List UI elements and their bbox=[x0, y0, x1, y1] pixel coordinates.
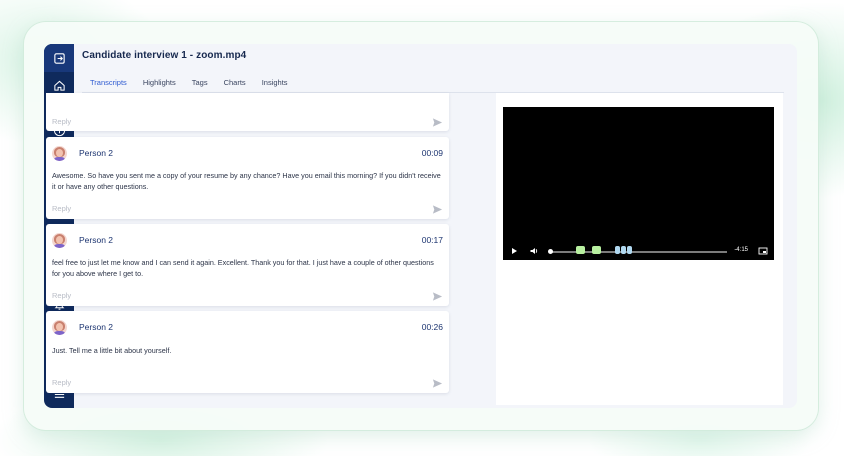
reply-row: Reply bbox=[52, 291, 443, 303]
transcript-card: Person 2 00:09 Awesome. So have you sent… bbox=[46, 137, 449, 219]
send-icon[interactable] bbox=[432, 378, 443, 389]
play-icon[interactable] bbox=[509, 246, 519, 256]
page-title: Candidate interview 1 - zoom.mp4 bbox=[82, 50, 247, 61]
reply-row: Reply bbox=[52, 117, 443, 129]
send-icon[interactable] bbox=[432, 204, 443, 215]
reply-row: Reply bbox=[52, 378, 443, 390]
reply-input[interactable]: Reply bbox=[52, 204, 71, 213]
transcript-text: Just. Tell me a little bit about yoursel… bbox=[52, 346, 172, 355]
progress-knob[interactable] bbox=[548, 249, 553, 254]
tab-transcripts[interactable]: Transcripts bbox=[82, 77, 135, 93]
tab-bar: Transcripts Highlights Tags Charts Insig… bbox=[82, 77, 296, 93]
home-icon[interactable] bbox=[51, 77, 67, 93]
reply-input[interactable]: Reply bbox=[52, 291, 71, 300]
highlight-marker[interactable] bbox=[627, 246, 632, 254]
speaker-row: Person 2 bbox=[52, 319, 113, 335]
pip-icon[interactable] bbox=[758, 246, 768, 256]
send-icon[interactable] bbox=[432, 291, 443, 302]
reply-input[interactable]: Reply bbox=[52, 378, 71, 387]
speaker-name: Person 2 bbox=[79, 235, 114, 245]
tab-highlights[interactable]: Highlights bbox=[135, 77, 184, 93]
reply-row: Reply bbox=[52, 204, 443, 216]
tab-tags[interactable]: Tags bbox=[184, 77, 216, 93]
transcript-card-partial: Reply bbox=[46, 93, 449, 131]
speaker-row: Person 2 bbox=[52, 145, 113, 161]
speaker-avatar bbox=[52, 232, 67, 248]
logout-icon[interactable] bbox=[51, 50, 67, 66]
reply-input[interactable]: Reply bbox=[52, 117, 71, 126]
speaker-name: Person 2 bbox=[79, 148, 114, 158]
header: Candidate interview 1 - zoom.mp4 Transcr… bbox=[74, 44, 797, 93]
tab-insights[interactable]: Insights bbox=[254, 77, 296, 93]
highlight-marker[interactable] bbox=[615, 246, 620, 254]
send-icon[interactable] bbox=[432, 117, 443, 128]
timestamp[interactable]: 00:26 bbox=[422, 322, 443, 332]
video-player[interactable]: -4:15 bbox=[503, 107, 774, 260]
video-controls: -4:15 bbox=[503, 242, 774, 260]
transcript-card: Person 2 00:26 Just. Tell me a little bi… bbox=[46, 311, 449, 393]
speaker-name: Person 2 bbox=[79, 322, 114, 332]
speaker-avatar bbox=[52, 145, 67, 161]
highlight-marker[interactable] bbox=[592, 246, 601, 254]
highlight-marker[interactable] bbox=[576, 246, 585, 254]
time-remaining: -4:15 bbox=[734, 247, 748, 253]
tab-charts[interactable]: Charts bbox=[216, 77, 254, 93]
transcript-text: Awesome. So have you sent me a copy of y… bbox=[52, 171, 441, 191]
highlight-marker[interactable] bbox=[621, 246, 626, 254]
timestamp[interactable]: 00:17 bbox=[422, 235, 443, 245]
speaker-avatar bbox=[52, 319, 67, 335]
transcript-text: feel free to just let me know and I can … bbox=[52, 258, 434, 278]
timestamp[interactable]: 00:09 bbox=[422, 148, 443, 158]
transcript-card: Person 2 00:17 feel free to just let me … bbox=[46, 224, 449, 306]
volume-icon[interactable] bbox=[529, 246, 539, 256]
speaker-row: Person 2 bbox=[52, 232, 113, 248]
